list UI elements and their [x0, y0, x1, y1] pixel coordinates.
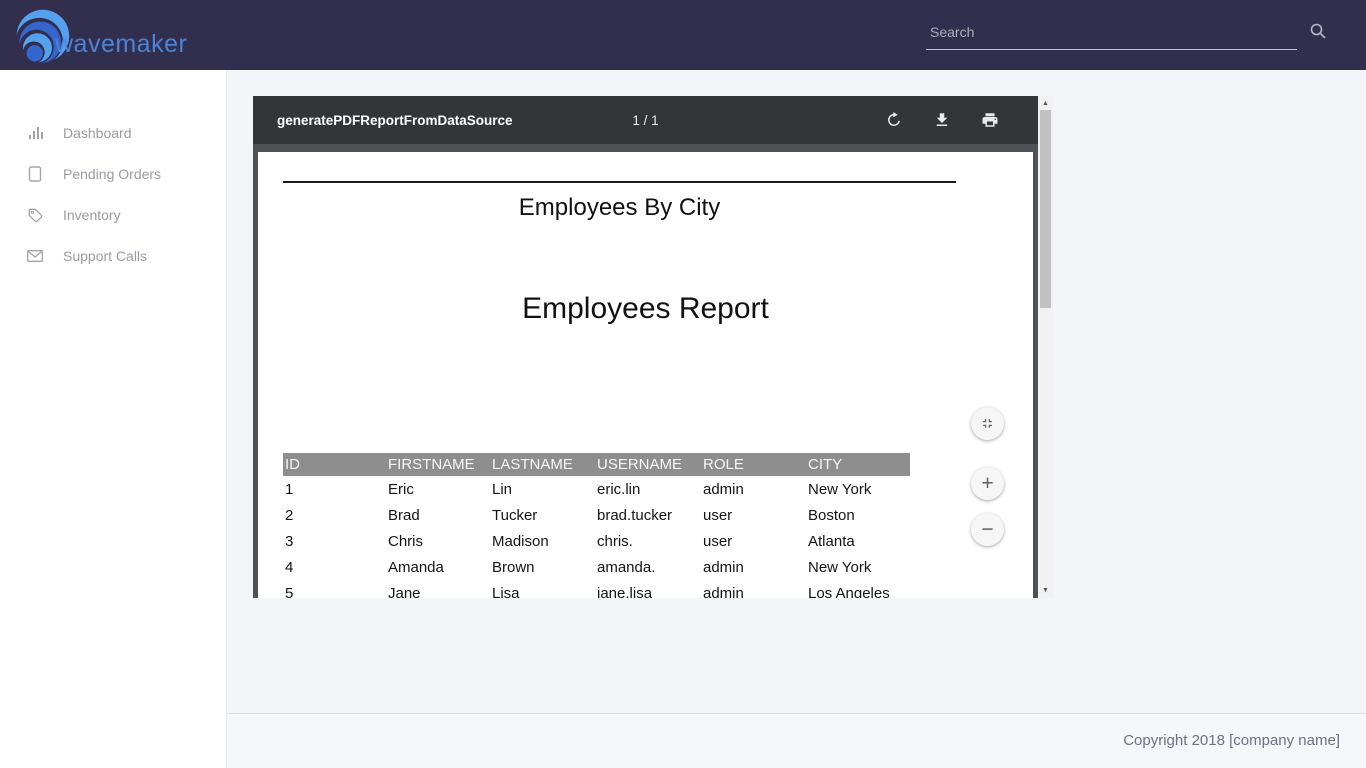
cell: 5: [283, 580, 386, 598]
scrollbar-thumb[interactable]: [1040, 110, 1051, 308]
table-row: 2 Brad Tucker brad.tucker user Boston: [283, 502, 910, 528]
cell: 4: [283, 554, 386, 580]
cell: Chris: [386, 528, 490, 554]
search-input[interactable]: [926, 18, 1297, 50]
column-header: FIRSTNAME: [386, 453, 490, 476]
bar-chart-icon: [27, 125, 43, 141]
table-row: 3 Chris Madison chris. user Atlanta: [283, 528, 910, 554]
cell: Tucker: [490, 502, 595, 528]
cell: admin: [701, 554, 806, 580]
cell: Lin: [490, 476, 595, 502]
sidebar-item-label: Support Calls: [63, 248, 147, 264]
zoom-in-button[interactable]: +: [971, 467, 1004, 500]
table-row: 4 Amanda Brown amanda. admin New York: [283, 554, 910, 580]
column-header: CITY: [806, 453, 910, 476]
brand[interactable]: wavemaker: [0, 0, 187, 70]
search-bar: [926, 18, 1330, 50]
table-header-row: ID FIRSTNAME LASTNAME USERNAME ROLE CITY: [283, 453, 910, 476]
cell: Eric: [386, 476, 490, 502]
cell: Amanda: [386, 554, 490, 580]
scroll-down-icon[interactable]: ▼: [1038, 583, 1053, 598]
search-icon[interactable]: [1309, 22, 1327, 40]
cell: amanda.: [595, 554, 701, 580]
cell: New York: [806, 554, 910, 580]
cell: user: [701, 528, 806, 554]
column-header: ROLE: [701, 453, 806, 476]
table-row: 1 Eric Lin eric.lin admin New York: [283, 476, 910, 502]
column-header: ID: [283, 453, 386, 476]
sidebar: Dashboard Pending Orders Inventory: [0, 70, 227, 768]
cell: Los Angeles: [806, 580, 910, 598]
table-row: 5 Jane Lisa jane.lisa admin Los Angeles: [283, 580, 910, 598]
app-header: wavemaker: [0, 0, 1366, 70]
cell: 3: [283, 528, 386, 554]
sidebar-item-dashboard[interactable]: Dashboard: [0, 112, 226, 153]
footer: Copyright 2018 [company name]: [227, 713, 1366, 768]
cell: Lisa: [490, 580, 595, 598]
cell: Brown: [490, 554, 595, 580]
cell: 1: [283, 476, 386, 502]
cell: Brad: [386, 502, 490, 528]
document-icon: [27, 166, 43, 182]
brand-name: wavemaker: [55, 30, 187, 59]
main-content: 1 / 1 generatePDFReportFromDataSource: [227, 70, 1366, 768]
cell: Boston: [806, 502, 910, 528]
download-icon[interactable]: [932, 110, 952, 130]
print-icon[interactable]: [980, 110, 1000, 130]
pdf-viewer: 1 / 1 generatePDFReportFromDataSource: [253, 96, 1053, 598]
sidebar-item-label: Inventory: [63, 207, 121, 223]
zoom-out-button[interactable]: −: [971, 513, 1004, 546]
cell: 2: [283, 502, 386, 528]
fit-to-page-button[interactable]: [971, 407, 1004, 440]
cell: admin: [701, 476, 806, 502]
cell: Madison: [490, 528, 595, 554]
pdf-toolbar: 1 / 1 generatePDFReportFromDataSource: [253, 96, 1038, 144]
sidebar-item-label: Dashboard: [63, 125, 132, 141]
cell: Atlanta: [806, 528, 910, 554]
column-header: USERNAME: [595, 453, 701, 476]
cell: admin: [701, 580, 806, 598]
fit-to-page-icon: [980, 416, 995, 431]
column-header: LASTNAME: [490, 453, 595, 476]
report-title: Employees Report: [258, 292, 1033, 326]
cell: user: [701, 502, 806, 528]
pdf-page: Employees By City Employees Report ID FI…: [258, 152, 1033, 598]
viewer-scrollbar[interactable]: ▲ ▼: [1038, 96, 1053, 598]
cell: eric.lin: [595, 476, 701, 502]
document-header-rule: [283, 181, 956, 183]
cell: brad.tucker: [595, 502, 701, 528]
sidebar-item-support-calls[interactable]: Support Calls: [0, 235, 226, 276]
cell: New York: [806, 476, 910, 502]
copyright-text: Copyright 2018 [company name]: [1123, 732, 1340, 749]
cell: Jane: [386, 580, 490, 598]
document-header-title: Employees By City: [283, 194, 956, 222]
sidebar-item-label: Pending Orders: [63, 166, 161, 182]
cell: jane.lisa: [595, 580, 701, 598]
envelope-icon: [27, 248, 43, 264]
sidebar-item-pending-orders[interactable]: Pending Orders: [0, 153, 226, 194]
rotate-icon[interactable]: [884, 110, 904, 130]
pdf-canvas-area: Employees By City Employees Report ID FI…: [253, 144, 1038, 598]
tag-icon: [27, 207, 43, 223]
employees-table: ID FIRSTNAME LASTNAME USERNAME ROLE CITY: [283, 453, 910, 598]
sidebar-item-inventory[interactable]: Inventory: [0, 194, 226, 235]
scroll-up-icon[interactable]: ▲: [1038, 96, 1053, 111]
cell: chris.: [595, 528, 701, 554]
